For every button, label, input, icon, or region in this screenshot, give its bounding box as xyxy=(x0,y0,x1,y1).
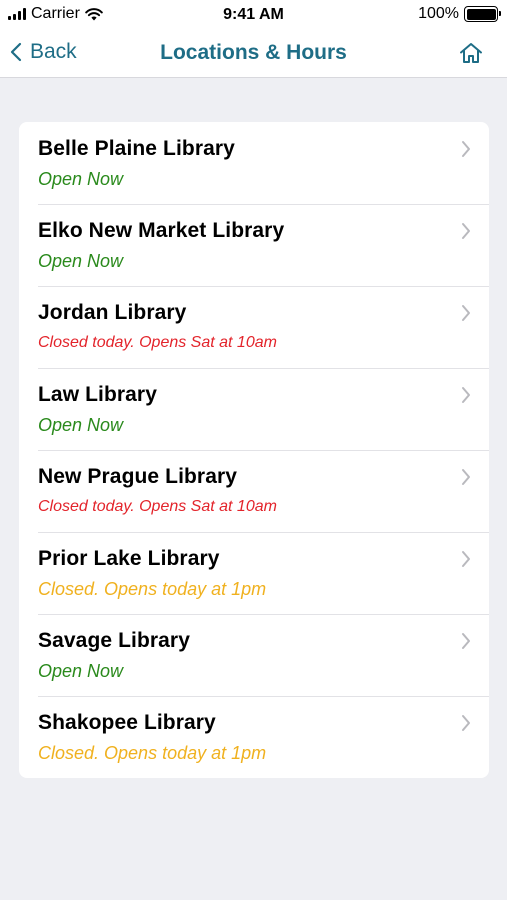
navigation-bar: Back Locations & Hours xyxy=(0,30,507,78)
location-status: Open Now xyxy=(38,661,124,681)
location-status: Closed. Opens today at 1pm xyxy=(38,743,267,763)
location-row[interactable]: Prior Lake Library Closed. Opens today at… xyxy=(19,532,489,614)
location-name: Elko New Market Library xyxy=(38,219,285,242)
location-status: Open Now xyxy=(38,415,124,435)
location-name: Law Library xyxy=(38,383,157,406)
location-row[interactable]: New Prague Library Closed today. Opens Sa… xyxy=(19,450,489,532)
location-status: Open Now xyxy=(38,169,124,189)
location-row[interactable]: Belle Plaine Library Open Now xyxy=(19,122,489,204)
location-row[interactable]: Elko New Market Library Open Now xyxy=(19,204,489,286)
location-name: Jordan Library xyxy=(38,301,187,324)
page-title: Locations & Hours xyxy=(160,41,347,64)
location-name: Savage Library xyxy=(38,629,190,652)
home-button[interactable] xyxy=(459,42,483,69)
location-status: Closed. Opens today at 1pm xyxy=(38,579,267,599)
location-status: Open Now xyxy=(38,251,124,271)
location-name: New Prague Library xyxy=(38,465,238,488)
location-status: Closed today. Opens Sat at 10am xyxy=(38,334,277,351)
chevron-right-icon xyxy=(462,469,470,485)
location-list: Belle Plaine Library Open Now Elko New Mar… xyxy=(19,122,489,778)
location-name: Shakopee Library xyxy=(38,711,216,734)
location-row[interactable]: Law Library Open Now xyxy=(19,368,489,450)
status-bar: Carrier 9:41 AM 100% xyxy=(0,0,507,30)
battery-icon xyxy=(464,6,501,22)
chevron-right-icon xyxy=(462,223,470,239)
chevron-right-icon xyxy=(462,633,470,649)
location-status: Closed today. Opens Sat at 10am xyxy=(38,498,277,515)
chevron-right-icon xyxy=(462,387,470,403)
battery-group: 100% xyxy=(418,5,501,23)
chevron-right-icon xyxy=(462,715,470,731)
location-row[interactable]: Jordan Library Closed today. Opens Sat at… xyxy=(19,286,489,368)
location-row[interactable]: Savage Library Open Now xyxy=(19,614,489,696)
location-name: Prior Lake Library xyxy=(38,547,220,570)
location-row[interactable]: Shakopee Library Closed. Opens today at 1… xyxy=(19,696,489,778)
chevron-right-icon xyxy=(462,551,470,567)
chevron-right-icon xyxy=(462,305,470,321)
battery-percentage: 100% xyxy=(418,5,459,22)
location-name: Belle Plaine Library xyxy=(38,137,235,160)
chevron-right-icon xyxy=(462,141,470,157)
home-icon xyxy=(460,43,482,63)
